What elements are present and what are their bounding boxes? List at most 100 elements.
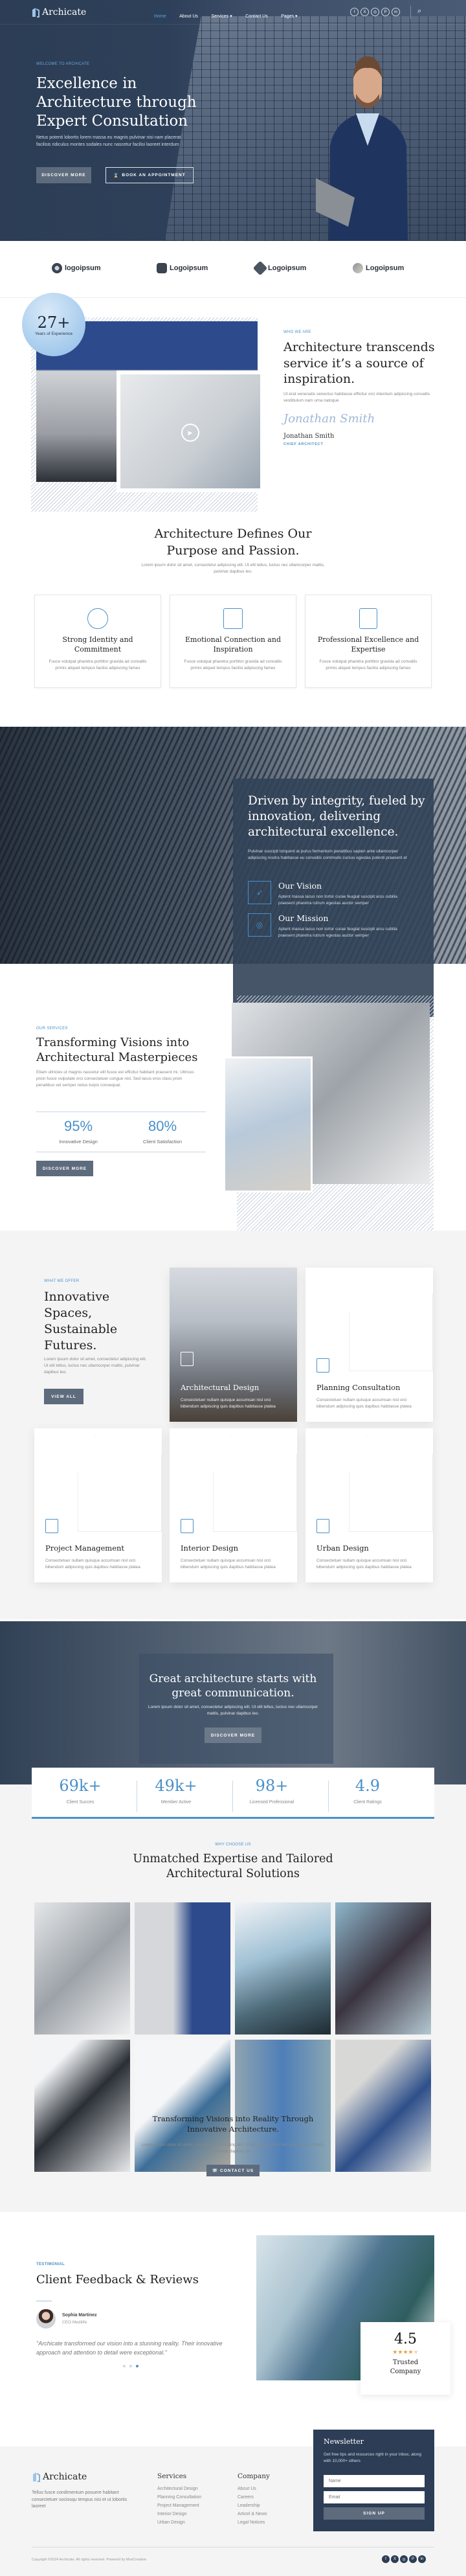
footer-about: Tellus fusce condimentum posuere habitan…: [32, 2491, 128, 2509]
stat-label: Innovative Design: [59, 1139, 98, 1145]
service-card[interactable]: Urban Design Consectetuer nullam quisque…: [305, 1428, 433, 1582]
service-card[interactable]: Interior Design Consectetuer nullam quis…: [170, 1428, 297, 1582]
testimonial-tag: TESTIMONIAL: [36, 2263, 65, 2266]
discover-more-button[interactable]: DISCOVER MORE: [36, 1161, 93, 1176]
service-text: Consectetuer nullam quisque accumsan nis…: [181, 1398, 276, 1409]
gallery-image[interactable]: [135, 2040, 230, 2172]
value-card-text: Fusce volutpat pharetra porttitor gravid…: [319, 659, 417, 670]
cta-title: Great architecture starts with great com…: [149, 1672, 317, 1700]
phone-icon: ☏: [212, 2169, 218, 2173]
service-card[interactable]: Project Management Consectetuer nullam q…: [34, 1428, 162, 1582]
architect-photo-frame: ▶: [116, 370, 264, 492]
value-card-text: Fusce volutpat pharetra porttitor gravid…: [49, 659, 147, 670]
reviewer-avatar: [36, 2309, 56, 2329]
gallery-image[interactable]: [335, 2040, 431, 2172]
why-text: Lorem ipsum dolor sit amet, consectetur …: [141, 2143, 325, 2154]
email-input[interactable]: [324, 2491, 425, 2503]
worker-icon: [87, 608, 108, 629]
footer-company-link[interactable]: Careers: [238, 2495, 267, 2500]
gallery-image[interactable]: [335, 1902, 431, 2035]
footer-company-link[interactable]: Leadership: [238, 2503, 267, 2508]
name-input[interactable]: [324, 2475, 425, 2487]
discover-more-button[interactable]: DISCOVER MORE: [36, 167, 91, 183]
footer-brand[interactable]: Archicate: [32, 2472, 87, 2482]
search-icon[interactable]: ⌕: [417, 7, 421, 16]
rating-stars: ★★★★★: [361, 2349, 450, 2356]
service-card-featured[interactable]: Architectural Design Consectetuer nullam…: [170, 1268, 297, 1422]
instagram-icon[interactable]: ◎: [400, 2555, 408, 2563]
nav-contact[interactable]: Contact Us: [245, 14, 268, 19]
stat-value: 49k+: [155, 1777, 197, 1795]
house-sketch-decoration: [349, 1435, 433, 1532]
footer-company-link[interactable]: Articel & News: [238, 2512, 267, 2516]
value-card-title: Strong Identity and Commitment: [62, 635, 133, 654]
carousel-dot[interactable]: [123, 2365, 126, 2367]
target-icon: ◎: [248, 913, 271, 937]
nav-pages[interactable]: Pages ▾: [281, 14, 297, 19]
sign-up-button[interactable]: SIGN UP: [324, 2507, 425, 2520]
gallery-image[interactable]: [235, 2040, 331, 2172]
values-text: Pulvinar suscipit torquent at purus ferm…: [248, 849, 407, 861]
play-video-icon[interactable]: ▶: [181, 424, 199, 442]
facebook-icon[interactable]: f: [350, 8, 359, 16]
nav-pages-label: Pages: [281, 14, 294, 19]
x-icon[interactable]: X: [361, 8, 369, 16]
carousel-dot[interactable]: [136, 2365, 139, 2367]
gallery-image[interactable]: [135, 1902, 230, 2035]
stats-divider: [36, 1111, 206, 1112]
footer-company-link[interactable]: Legal Notices: [238, 2520, 267, 2525]
client-logo: Logoipsum: [353, 263, 404, 273]
pinterest-icon[interactable]: P: [381, 8, 390, 16]
newsletter-text: Get free tips and resources right in you…: [324, 2452, 422, 2463]
star-icon: ★: [403, 2349, 408, 2355]
footer-service-link[interactable]: Architectural Design: [157, 2487, 201, 2491]
services-title: Transforming Visions into Architectural …: [36, 1036, 198, 1065]
footer-company-link[interactable]: About Us: [238, 2487, 267, 2491]
pinterest-icon[interactable]: P: [409, 2555, 417, 2563]
about-text: Ut erat venenatis senectus habitasse eff…: [283, 392, 430, 404]
stat-label: Member Active: [161, 1800, 192, 1805]
header-social: f X ◎ P in: [348, 8, 400, 16]
footer-service-link[interactable]: Interior Design: [157, 2512, 201, 2516]
house-design-icon: [181, 1352, 194, 1366]
nav-home[interactable]: Home: [154, 14, 166, 19]
gallery-image[interactable]: [34, 2040, 130, 2172]
linkedin-icon[interactable]: in: [418, 2555, 426, 2563]
testimonial-title: Client Feedback & Reviews: [36, 2273, 199, 2286]
instagram-icon[interactable]: ◎: [371, 8, 379, 16]
offer-text: Lorem ipsum dolor sit amet, consectetur …: [44, 1357, 147, 1375]
client-logo: logoipsum: [52, 263, 101, 273]
hero-tag: WELCOME TO ARCHICATE: [36, 62, 90, 66]
footer-services-list: Architectural Design Planning Consultatio…: [157, 2487, 201, 2529]
values-section: Driven by integrity, fueled by innovatio…: [0, 727, 466, 1017]
footer-service-link[interactable]: Urban Design: [157, 2520, 201, 2525]
logo-text: Logoipsum: [268, 264, 307, 272]
gallery-image[interactable]: [34, 1902, 130, 2035]
linkedin-icon[interactable]: in: [392, 8, 400, 16]
brand-logo[interactable]: Archicate: [31, 7, 86, 17]
nav-about[interactable]: About Us: [179, 14, 198, 19]
facebook-icon[interactable]: f: [382, 2555, 390, 2563]
why-tag: WHY CHOOSE US: [215, 1843, 251, 1847]
footer-service-link[interactable]: Planning Consultation: [157, 2495, 201, 2500]
service-card[interactable]: Planning Consultation Consectetuer nulla…: [305, 1268, 433, 1422]
contact-us-label: CONTACT US: [220, 2168, 254, 2173]
purpose-section: Architecture Defines Our Purpose and Pas…: [0, 492, 466, 706]
value-card-title: Emotional Connection and Inspiration: [184, 635, 281, 654]
contact-us-button[interactable]: ☏ CONTACT US: [206, 2165, 260, 2176]
view-all-button[interactable]: VIEW ALL: [44, 1389, 83, 1404]
discover-more-button[interactable]: DISCOVER MORE: [205, 1727, 261, 1743]
logo-text: Logoipsum: [170, 264, 208, 272]
house-sketch-decoration: [349, 1274, 433, 1371]
carousel-dot[interactable]: [129, 2365, 132, 2367]
hero-title: Excellence in Architecture through Exper…: [36, 75, 197, 130]
book-appointment-button[interactable]: ⌛ BOOK AN APPOINTMENT: [105, 167, 194, 183]
footer-service-link[interactable]: Project Management: [157, 2503, 201, 2508]
hero-person-image: [316, 56, 408, 241]
urban-icon: [316, 1519, 329, 1533]
x-icon[interactable]: X: [391, 2555, 399, 2563]
service-text: Consectetuer nullam quisque accumsan nis…: [45, 1558, 140, 1570]
nav-services[interactable]: Services ▾: [211, 14, 232, 19]
mission-title: Our Mission: [278, 913, 329, 923]
gallery-image[interactable]: [235, 1902, 331, 2035]
